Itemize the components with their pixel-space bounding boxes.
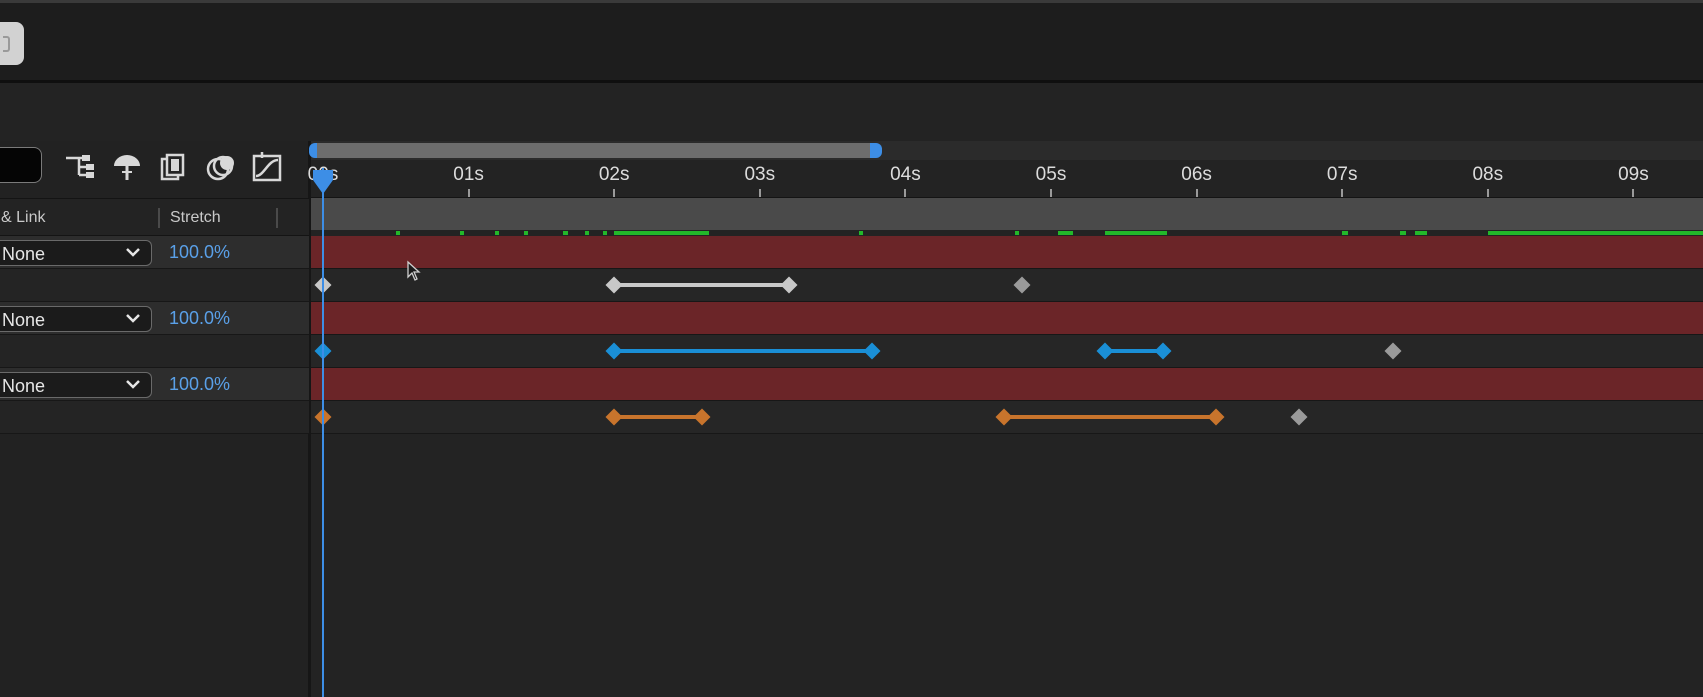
ruler-tick-mark (904, 189, 907, 197)
keyframe-interpolation-line[interactable] (1004, 415, 1216, 419)
cache-segment (1342, 231, 1348, 235)
ruler-tick-label: 08s (1472, 164, 1504, 185)
cache-segment (602, 231, 607, 235)
draft-3d-icon[interactable] (110, 150, 144, 184)
ruler-tick-label: 06s (1181, 164, 1212, 185)
column-separator[interactable] (158, 208, 160, 228)
cache-segment (585, 231, 590, 235)
cache-segment (395, 231, 401, 235)
ruler-tick-mark (1341, 189, 1344, 197)
ruler-tick-mark (1632, 189, 1635, 197)
cache-segment (523, 231, 529, 235)
chevron-down-icon (126, 314, 140, 323)
keyframe-interpolation-line[interactable] (614, 415, 702, 419)
cache-segment (1104, 231, 1168, 235)
cache-segment (1487, 231, 1703, 235)
layer-duration-bar[interactable] (311, 236, 1703, 269)
keyframe-track[interactable] (311, 269, 1703, 302)
cache-segment (858, 231, 864, 235)
stretch-column-title[interactable]: Stretch (170, 209, 221, 227)
composition-flowchart-icon[interactable] (63, 150, 97, 184)
chevron-down-icon (126, 248, 140, 257)
ruler-tick-label: 09s (1618, 164, 1649, 185)
work-area-start-handle[interactable] (309, 143, 317, 158)
parent-dropdown-value: None (2, 310, 46, 330)
parent-dropdown[interactable]: None (0, 372, 152, 398)
parent-dropdown[interactable]: None (0, 240, 152, 266)
parent-dropdown[interactable]: None (0, 306, 152, 332)
ruler-tick-label: 03s (744, 164, 776, 185)
top-toolbar (0, 0, 1703, 82)
parent-dropdown-value: None (2, 244, 46, 264)
keyframe-interpolation-line[interactable] (614, 283, 789, 287)
mouse-cursor-icon (407, 260, 421, 281)
graph-editor-icon[interactable] (250, 150, 284, 184)
cache-segment (1415, 231, 1427, 235)
ruler-tick-label: 02s (598, 164, 630, 185)
parent-link-column-title[interactable]: & Link (1, 209, 45, 227)
layer-duration-bar[interactable] (311, 302, 1703, 335)
cache-segment (1058, 231, 1073, 235)
cache-segment (563, 231, 568, 235)
cache-segment (459, 231, 465, 235)
ruler-tick-mark (758, 189, 761, 197)
cache-segment (1400, 231, 1407, 235)
playhead-handle[interactable] (310, 168, 336, 196)
work-area-bar[interactable] (315, 143, 876, 158)
cache-segment (614, 231, 709, 235)
ruler-tick-label: 07s (1326, 164, 1358, 185)
panel-menu-icon[interactable] (0, 22, 24, 65)
composition-duration-bar[interactable] (311, 198, 1703, 230)
ruler-tick-mark (613, 189, 616, 197)
chevron-down-icon (126, 380, 140, 389)
parent-dropdown-value: None (2, 376, 46, 396)
panel-header-area (0, 83, 1703, 141)
playhead-line[interactable] (322, 168, 324, 697)
motion-blur-icon[interactable] (204, 150, 238, 184)
property-row[interactable] (0, 335, 309, 368)
frame-blending-icon[interactable] (157, 150, 191, 184)
work-area-end-handle[interactable] (870, 143, 882, 158)
keyframe-interpolation-line[interactable] (614, 349, 872, 353)
column-header (0, 198, 309, 236)
column-separator[interactable] (276, 208, 278, 228)
ruler-tick-label: 05s (1035, 164, 1067, 185)
ruler-tick-mark (1486, 189, 1489, 197)
ruler-tick-mark (1050, 189, 1052, 197)
ruler-tick-mark (1195, 189, 1198, 197)
ruler-tick-label: 04s (890, 164, 921, 185)
cache-segment (1014, 231, 1019, 235)
property-row[interactable] (0, 269, 309, 302)
keyframe-track[interactable] (311, 335, 1703, 368)
stretch-value[interactable]: 100.0% (169, 242, 230, 263)
ruler-tick-label: 01s (453, 164, 484, 185)
layer-search-input[interactable] (0, 147, 42, 183)
stretch-value[interactable]: 100.0% (169, 308, 230, 329)
stretch-value[interactable]: 100.0% (169, 374, 230, 395)
ruler-tick-mark (467, 189, 470, 197)
layer-duration-bar[interactable] (311, 368, 1703, 401)
property-row[interactable] (0, 401, 309, 434)
cache-segment (494, 231, 500, 235)
